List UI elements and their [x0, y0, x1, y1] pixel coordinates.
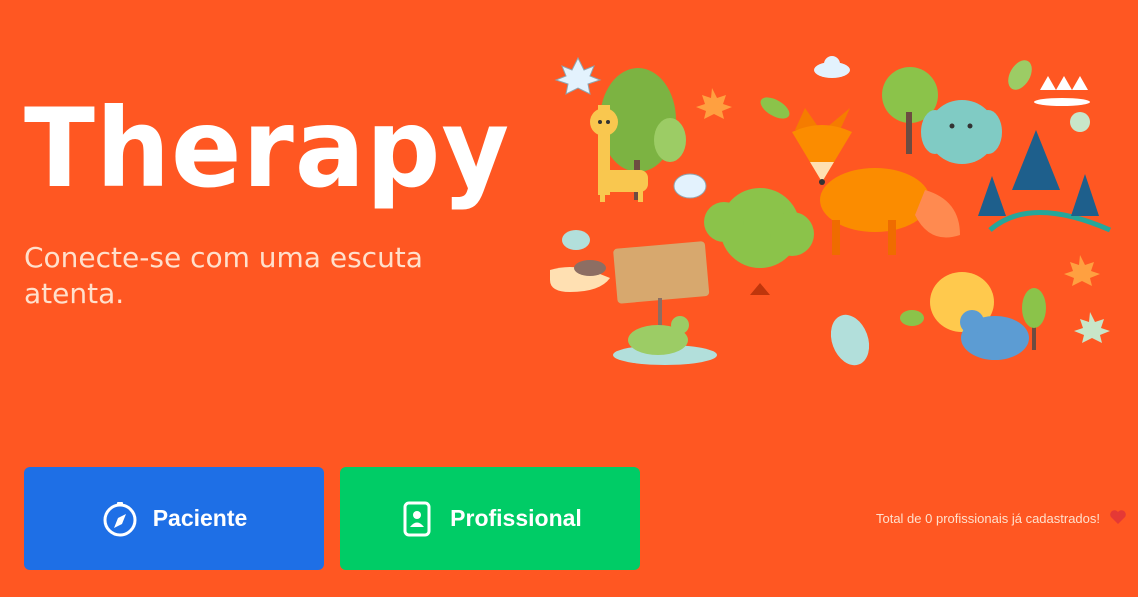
- tagline: Conecte-se com uma escuta atenta.: [24, 241, 423, 310]
- hand-icon: [550, 260, 610, 292]
- paciente-label: Paciente: [152, 505, 248, 531]
- cloud-icon: [814, 56, 850, 78]
- professionals-count-text: Total de 0 profissionais já cadastrados!: [875, 511, 1100, 526]
- bush-icon: [704, 188, 814, 295]
- hippo-icon: [930, 272, 1046, 360]
- leaf-icon: [900, 310, 924, 326]
- trees-icon: [1040, 76, 1088, 90]
- leaf-icon: [1064, 255, 1100, 286]
- frog-icon: [613, 316, 717, 365]
- leaf-icon: [1074, 312, 1110, 343]
- paciente-button[interactable]: Paciente: [24, 467, 324, 570]
- leaf-icon: [673, 173, 707, 199]
- clover-icon: [1070, 112, 1090, 132]
- leaf-icon: [554, 56, 602, 95]
- animals-illustration: [550, 56, 1112, 366]
- leaf-icon: [696, 88, 732, 119]
- profissional-button[interactable]: Profissional: [340, 467, 640, 570]
- leaf-icon: [830, 314, 870, 366]
- leaf-icon: [760, 97, 790, 119]
- compass-icon: [101, 500, 139, 538]
- id-badge-icon: [398, 500, 436, 538]
- profissional-label: Profissional: [450, 505, 582, 531]
- professionals-count-note: Total de 0 profissionais já cadastrados!: [876, 510, 1126, 527]
- leaf-icon: [562, 230, 590, 250]
- leaf-icon: [1008, 60, 1032, 90]
- sign-icon: [613, 241, 710, 330]
- heart-icon: [1110, 510, 1126, 527]
- app-title: Therapy: [24, 83, 511, 213]
